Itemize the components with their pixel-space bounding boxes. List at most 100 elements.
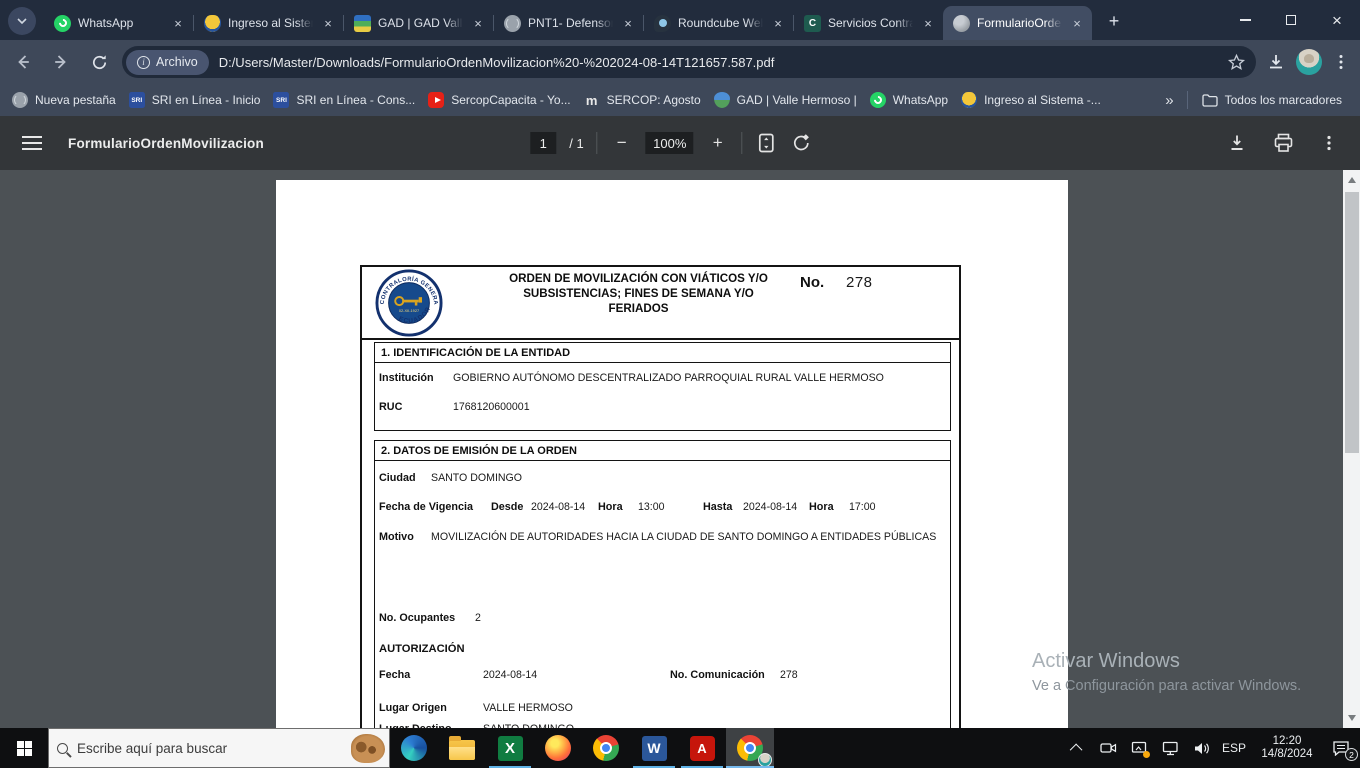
reload-button[interactable] [84, 47, 114, 77]
vertical-scrollbar[interactable] [1343, 170, 1360, 728]
tab-label: PNT1- Defensor [528, 16, 613, 30]
file-chip-label: Archivo [156, 55, 198, 69]
file-scheme-chip[interactable]: i Archivo [126, 49, 209, 75]
profile-avatar[interactable] [1296, 49, 1322, 75]
print-icon[interactable] [1273, 133, 1294, 153]
folder-icon [1201, 94, 1218, 107]
zoom-out-button[interactable]: − [611, 132, 633, 154]
tab-search-button[interactable] [8, 7, 36, 35]
bookmark-sercopcapacita[interactable]: SercopCapacita - Yo... [428, 92, 571, 108]
update-status-icon[interactable] [1129, 735, 1151, 761]
fecha-value: 2024-08-14 [483, 669, 538, 681]
tab-close-icon[interactable]: × [470, 15, 486, 31]
bookmark-sri-consultas[interactable]: SRI SRI en Línea - Cons... [273, 92, 415, 108]
back-button[interactable] [8, 47, 38, 77]
pdf-toolbar-divider [596, 132, 598, 154]
tab-close-icon[interactable]: × [920, 15, 936, 31]
scroll-up-arrow-icon[interactable] [1343, 172, 1360, 188]
bookmark-sri-inicio[interactable]: SRI SRI en Línea - Inicio [128, 92, 260, 108]
tab-pnt-defensoria[interactable]: PNT1- Defensor × [494, 6, 643, 40]
window-maximize-button[interactable] [1268, 0, 1314, 40]
tab-label: Ingreso al Sistem [228, 16, 313, 30]
tab-roundcube[interactable]: Roundcube Web × [644, 6, 793, 40]
pdf-download-icon[interactable] [1227, 133, 1247, 153]
browser-menu-kebab-icon[interactable] [1332, 53, 1350, 71]
tab-close-icon[interactable]: × [1069, 15, 1085, 31]
window-close-button[interactable]: × [1314, 0, 1360, 40]
whatsapp-favicon-icon [869, 92, 886, 108]
section1-header-box: 1. IDENTIFICACIÓN DE LA ENTIDAD [374, 342, 951, 363]
watermark-subtitle: Ve a Configuración para activar Windows. [1032, 678, 1302, 694]
fit-to-page-icon[interactable] [756, 132, 778, 154]
bookmark-whatsapp[interactable]: WhatsApp [869, 92, 948, 108]
new-tab-button[interactable]: + [1100, 7, 1128, 35]
network-icon[interactable] [1160, 735, 1182, 761]
language-indicator[interactable]: ESP [1222, 741, 1246, 755]
tab-ingreso-sistema[interactable]: Ingreso al Sistem × [194, 6, 343, 40]
start-button[interactable] [0, 728, 48, 768]
window-minimize-button[interactable] [1222, 0, 1268, 40]
sri-favicon-icon: SRI [273, 92, 290, 108]
watermark-title: Activar Windows [1032, 650, 1180, 672]
ecuador-crest-favicon-icon [204, 14, 221, 32]
scroll-down-arrow-icon[interactable] [1343, 710, 1360, 726]
youtube-favicon-icon [428, 92, 445, 108]
title-line: FERIADOS [608, 301, 669, 315]
word-icon: W [641, 735, 667, 761]
tab-close-icon[interactable]: × [620, 15, 636, 31]
download-icon[interactable] [1266, 52, 1286, 72]
bookmark-sercop-agosto[interactable]: m SERCOP: Agosto [584, 92, 701, 108]
tab-servicios-contratacion[interactable]: C Servicios Contra × [794, 6, 943, 40]
bookmark-gad-valle-hermoso[interactable]: GAD | Valle Hermoso | [713, 92, 857, 108]
volume-icon[interactable] [1191, 735, 1213, 761]
page-total-label: / 1 [569, 135, 584, 151]
tab-whatsapp[interactable]: WhatsApp × [44, 6, 193, 40]
rotate-icon[interactable] [791, 132, 813, 154]
bookmarks-overflow-chevron-icon[interactable]: » [1165, 92, 1173, 109]
tab-formulario-orden-active[interactable]: FormularioOrde × [943, 6, 1092, 40]
all-bookmarks-button[interactable]: Todos los marcadores [1201, 93, 1342, 107]
tab-label: Servicios Contra [828, 16, 913, 30]
bookmark-nueva-pestana[interactable]: Nueva pestaña [12, 92, 116, 108]
scrollbar-thumb[interactable] [1344, 192, 1359, 453]
taskbar-excel-button[interactable]: X [486, 728, 534, 768]
page-number-input[interactable]: 1 [530, 132, 557, 154]
order-number-label: No. [800, 274, 825, 291]
taskbar-file-explorer-button[interactable] [438, 728, 486, 768]
browser-tab-strip: WhatsApp × Ingreso al Sistem × GAD | GAD… [0, 0, 1360, 40]
tab-close-icon[interactable]: × [320, 15, 336, 31]
activate-windows-watermark: Activar Windows Ve a Configuración para … [1032, 650, 1301, 694]
pdf-menu-hamburger-icon[interactable] [22, 136, 42, 150]
tab-gad-valle[interactable]: GAD | GAD Valle × [344, 6, 493, 40]
taskbar-search-box[interactable]: Escribe aquí para buscar [48, 728, 390, 768]
system-tray: ESP 12:20 14/8/2024 2 [1067, 728, 1360, 768]
pdf-menu-kebab-icon[interactable] [1320, 134, 1338, 152]
taskbar-chrome-active-button[interactable] [726, 728, 774, 768]
browser-toolbar: i Archivo D:/Users/Master/Downloads/Form… [0, 40, 1360, 84]
taskbar-acrobat-button[interactable]: A [678, 728, 726, 768]
ruc-label: RUC [379, 401, 403, 413]
bookmark-ingreso-sistema[interactable]: Ingreso al Sistema -... [961, 92, 1101, 108]
bookmark-star-icon[interactable] [1227, 53, 1246, 72]
tab-close-icon[interactable]: × [770, 15, 786, 31]
zoom-level-input[interactable]: 100% [645, 132, 694, 154]
hasta-label: Hasta [703, 501, 733, 513]
motivo-value: MOVILIZACIÓN DE AUTORIDADES HACIA LA CIU… [431, 531, 937, 543]
taskbar-word-button[interactable]: W [630, 728, 678, 768]
forward-button[interactable] [46, 47, 76, 77]
hidden-icons-chevron-icon[interactable] [1067, 735, 1089, 761]
search-highlight-lizard-image[interactable] [351, 734, 385, 763]
bookmark-label: SERCOP: Agosto [606, 93, 701, 107]
taskbar-firefox-button[interactable] [534, 728, 582, 768]
taskbar-chrome-button[interactable] [582, 728, 630, 768]
url-text[interactable]: D:/Users/Master/Downloads/FormularioOrde… [219, 55, 1227, 70]
action-center-icon[interactable]: 2 [1328, 735, 1358, 761]
zoom-in-button[interactable]: + [707, 132, 729, 154]
meet-now-camera-icon[interactable] [1098, 735, 1120, 761]
firefox-icon [545, 735, 571, 761]
taskbar-clock[interactable]: 12:20 14/8/2024 [1255, 735, 1319, 762]
address-bar[interactable]: i Archivo D:/Users/Master/Downloads/Form… [122, 46, 1256, 78]
taskbar-edge-button[interactable] [390, 728, 438, 768]
reload-icon [92, 54, 106, 69]
tab-close-icon[interactable]: × [170, 15, 186, 31]
